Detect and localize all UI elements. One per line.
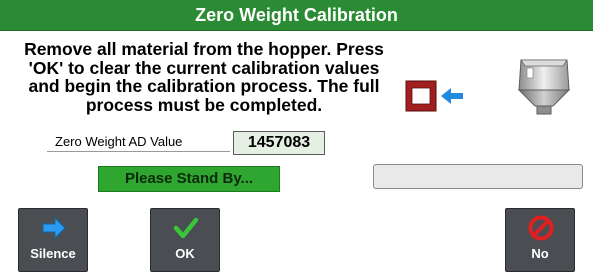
ok-button-label: OK [175, 246, 195, 261]
instructions-text: Remove all material from the hopper. Pre… [24, 39, 384, 115]
silence-button-label: Silence [30, 246, 76, 261]
silence-button[interactable]: Silence [18, 208, 88, 272]
no-button-label: No [531, 246, 549, 261]
title-bar: Zero Weight Calibration [0, 0, 593, 31]
no-button[interactable]: No [505, 208, 575, 272]
calibration-progress-bar [373, 164, 583, 189]
zero-weight-ad-value: 1457083 [233, 131, 325, 155]
window-title: Zero Weight Calibration [195, 5, 398, 25]
prohibited-icon [528, 215, 554, 241]
ok-button[interactable]: OK [150, 208, 220, 272]
checkmark-icon [173, 217, 199, 239]
load-cell-arrow-icon [405, 80, 463, 112]
status-indicator: Please Stand By... [98, 166, 280, 192]
zero-weight-calibration-screen: Zero Weight Calibration Remove all mater… [0, 0, 593, 272]
zero-weight-ad-label: Zero Weight AD Value [47, 132, 230, 152]
arrow-right-icon [42, 216, 66, 240]
hopper-icon [517, 59, 571, 115]
